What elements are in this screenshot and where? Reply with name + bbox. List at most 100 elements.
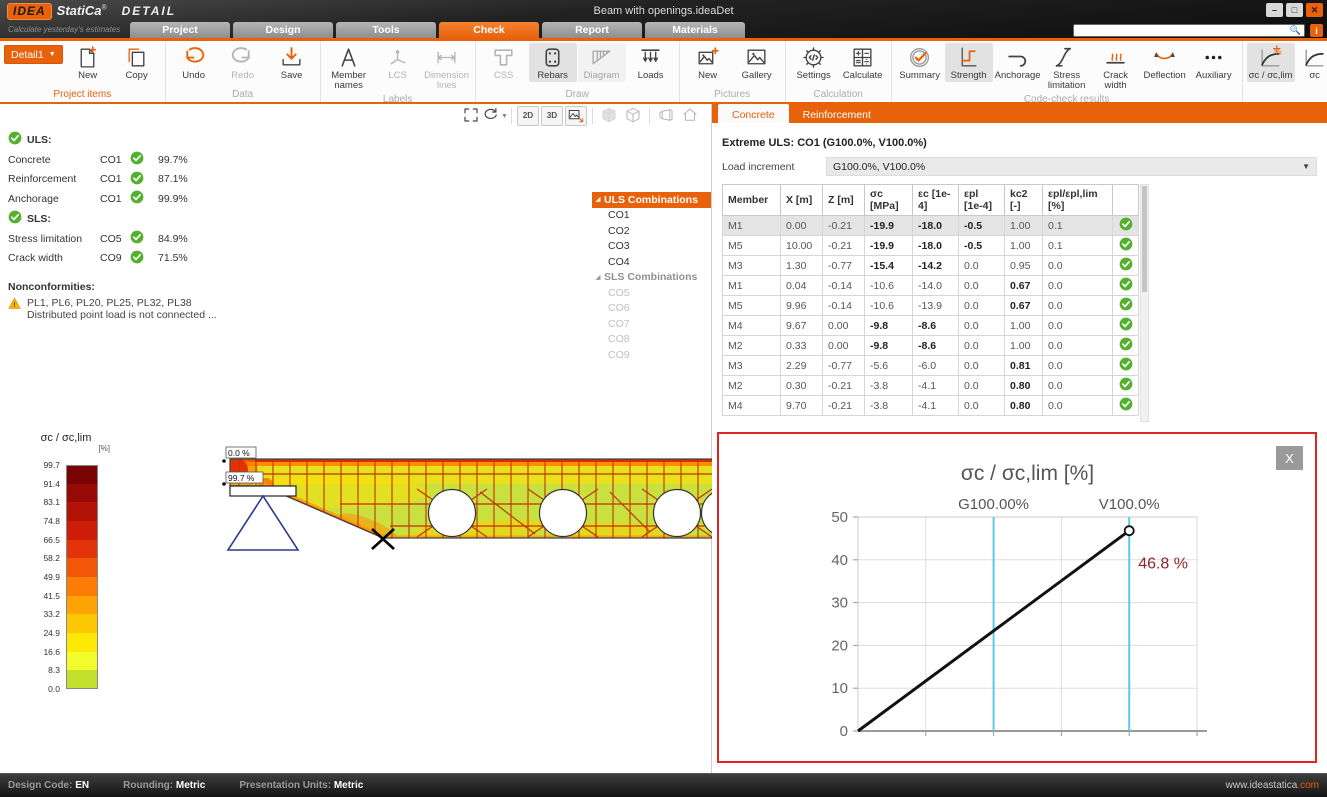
ribbon-group-calculation: SettingsCalculateCalculation [786, 41, 892, 102]
table-row[interactable]: M59.96-0.14-10.6-13.90.00.670.0 [723, 296, 1139, 316]
fit-view-button[interactable] [460, 106, 482, 126]
ribbon-undo-button[interactable]: Undo [170, 43, 218, 82]
ribbon-calculate-button[interactable]: Calculate [839, 43, 887, 82]
view-2d-button[interactable]: 2D [517, 106, 539, 126]
tab-materials[interactable]: Materials [645, 22, 745, 38]
tab-report[interactable]: Report [542, 22, 642, 38]
stress-limitation-icon [1054, 44, 1079, 71]
ribbon-crack-width-button[interactable]: Crack width [1092, 43, 1140, 93]
ribbon-save-button[interactable]: Save [268, 43, 316, 82]
table-row[interactable]: M10.00-0.21-19.9-18.0-0.51.000.1 [723, 216, 1139, 236]
tree-uls-combinations[interactable]: ◢ULS Combinations [592, 192, 711, 208]
deflection-icon [1152, 44, 1177, 71]
svg-text:V100.0%: V100.0% [1099, 496, 1160, 513]
ribbon-copy-button[interactable]: Copy [113, 43, 161, 82]
member-names-icon [336, 44, 361, 71]
view-3d-button[interactable]: 3D [541, 106, 563, 126]
table-row[interactable]: M49.670.00-9.8-8.60.01.000.0 [723, 316, 1139, 336]
tree-co1[interactable]: CO1 [592, 208, 711, 224]
close-button[interactable]: ✕ [1306, 3, 1323, 17]
nonconformity-item[interactable]: !PL1, PL6, PL20, PL25, PL32, PL38Distrib… [8, 297, 268, 321]
ribbon-group-results: %σc / σc,limσcεc!εplDirectionskc2Label e… [1243, 41, 1327, 102]
ribbon-settings-button[interactable]: Settings [790, 43, 838, 82]
tab-project[interactable]: Project [130, 22, 230, 38]
ribbon-member-names-button[interactable]: Member names [325, 43, 373, 93]
results-table[interactable]: MemberX [m]Z [m]σc [MPa]εc [1e-4]εpl [1e… [722, 184, 1139, 416]
table-row[interactable]: M20.330.00-9.8-8.60.01.000.0 [723, 336, 1139, 356]
table-row[interactable]: M31.30-0.77-15.4-14.20.00.950.0 [723, 256, 1139, 276]
search-input[interactable]: 🔍 [1073, 24, 1305, 37]
main-nav-tabs: ProjectDesignToolsCheckReportMaterials [130, 22, 745, 38]
expander-icon[interactable]: ◢ [592, 274, 604, 281]
result-tab-reinforcement[interactable]: Reinforcement [789, 104, 885, 123]
close-chart-button[interactable]: X [1276, 446, 1303, 470]
summary-section-heading: ULS: [8, 131, 268, 148]
status-ok-icon [1113, 296, 1139, 316]
rotate-view-button[interactable]: ▼ [484, 106, 506, 126]
col-header-z-m: Z [m] [823, 185, 865, 216]
table-row[interactable]: M49.70-0.21-3.8-4.10.00.800.0 [723, 396, 1139, 416]
ribbon-auxiliary-button[interactable]: Auxiliary [1190, 43, 1238, 82]
combinations-tree: ◢ULS CombinationsCO1CO2CO3CO4◢SLS Combin… [592, 192, 711, 363]
ribbon-summary-button[interactable]: Summary [896, 43, 944, 82]
tree-co8[interactable]: CO8 [592, 332, 711, 348]
tree-co5[interactable]: CO5 [592, 285, 711, 301]
model-viewport[interactable]: ▼2D3D ULS:ConcreteCO199.7%ReinforcementC… [0, 104, 712, 773]
load-increment-select[interactable]: G100.0%, V100.0% ▼ [826, 157, 1317, 176]
legend-band [66, 502, 98, 521]
table-row[interactable]: M32.29-0.77-5.6-6.00.00.810.0 [723, 356, 1139, 376]
tab-design[interactable]: Design [233, 22, 333, 38]
expander-icon[interactable]: ◢ [592, 196, 604, 203]
table-scrollbar[interactable] [1140, 184, 1149, 422]
home-icon [681, 106, 699, 127]
add-picture-button[interactable] [565, 106, 587, 126]
tree-co4[interactable]: CO4 [592, 254, 711, 270]
maximize-button[interactable]: □ [1286, 3, 1303, 17]
tree-co7[interactable]: CO7 [592, 316, 711, 332]
calculate-icon [850, 44, 875, 71]
tree-co6[interactable]: CO6 [592, 301, 711, 317]
summary-row-anchorage: AnchorageCO199.9% [8, 190, 268, 207]
fit-view-icon [462, 106, 480, 127]
tab-tools[interactable]: Tools [336, 22, 436, 38]
legend-band [66, 652, 98, 671]
ribbon-picture-new-button[interactable]: New [684, 43, 732, 82]
solid-view-button [598, 106, 620, 126]
results-panel: ConcreteReinforcement Extreme ULS: CO1 (… [712, 104, 1327, 773]
ribbon-rebars-button[interactable]: Rebars [529, 43, 577, 82]
tab-check[interactable]: Check [439, 22, 539, 38]
ribbon-gallery-button[interactable]: Gallery [733, 43, 781, 82]
result-tab-concrete[interactable]: Concrete [718, 104, 789, 123]
lcs-icon [385, 44, 410, 71]
ribbon-sigma-ratio-button[interactable]: %σc / σc,lim [1247, 43, 1295, 82]
ribbon-anchorage-button[interactable]: Anchorage [994, 43, 1042, 82]
check-ok-icon [8, 131, 22, 148]
info-button[interactable]: i [1310, 24, 1323, 37]
ribbon-strength-button[interactable]: Strength [945, 43, 993, 82]
legend-unit: [%] [10, 444, 122, 453]
ribbon-sigma-c-button[interactable]: σc [1296, 43, 1327, 82]
tree-co3[interactable]: CO3 [592, 239, 711, 255]
col-header-kc2: kc2 [-] [1005, 185, 1043, 216]
ribbon-loads-button[interactable]: Loads [627, 43, 675, 82]
table-row[interactable]: M20.30-0.21-3.8-4.10.00.800.0 [723, 376, 1139, 396]
table-row[interactable]: M10.04-0.14-10.6-14.00.00.670.0 [723, 276, 1139, 296]
picture-new-icon [695, 44, 720, 71]
tree-co2[interactable]: CO2 [592, 223, 711, 239]
tree-sls-combinations[interactable]: ◢SLS Combinations [592, 270, 711, 286]
tree-co9[interactable]: CO9 [592, 347, 711, 363]
ribbon-new-file-button[interactable]: New [64, 43, 112, 82]
crack-width-icon [1103, 44, 1128, 71]
maximize-icon: □ [1292, 5, 1297, 15]
ribbon-stress-limitation-button[interactable]: Stress limitation [1043, 43, 1091, 93]
table-row[interactable]: M510.00-0.21-19.9-18.0-0.51.000.1 [723, 236, 1139, 256]
svg-text:0: 0 [840, 723, 848, 740]
detail-selector[interactable]: Detail1▼ [4, 45, 63, 64]
beam-visualization: 0.0 % 99.7 % [180, 434, 712, 569]
col-header-member: Member [723, 185, 781, 216]
minimize-button[interactable]: – [1266, 3, 1283, 17]
support-icon [228, 496, 298, 550]
svg-text:2D: 2D [523, 111, 534, 120]
ribbon-deflection-button[interactable]: Deflection [1141, 43, 1189, 82]
website-link[interactable]: www.ideastatica.com [1226, 780, 1319, 791]
